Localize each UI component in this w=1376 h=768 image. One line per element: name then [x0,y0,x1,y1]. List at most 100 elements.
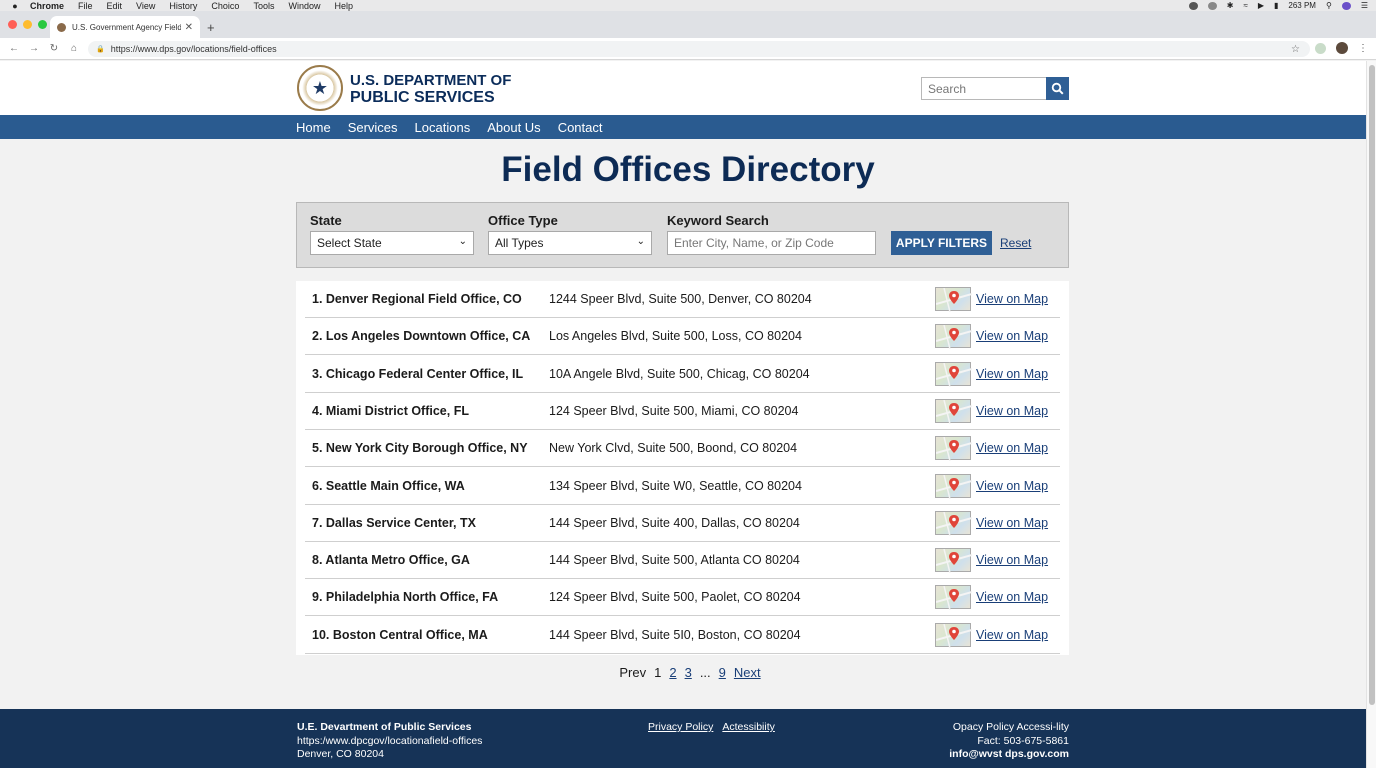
view-on-map-link[interactable]: View on Map [976,367,1048,381]
map-thumbnail[interactable] [935,436,973,462]
view-on-map-link[interactable]: View on Map [976,329,1048,343]
keyword-search-input[interactable] [667,231,876,255]
reload-icon[interactable]: ↻ [44,43,64,54]
office-name: 9. Philadelphia North Office, FA [312,590,499,605]
volume-icon[interactable]: ▶ [1258,1,1264,10]
office-row: 3. Chicago Federal Center Office, IL 10A … [305,356,1060,393]
office-type-label: Office Type [488,213,558,228]
menu-file[interactable]: File [78,1,93,11]
footer-contact-block: Opacy Policy Accessi-lity Fact: 503-675-… [949,721,1069,762]
nav-locations[interactable]: Locations [415,120,471,135]
wifi-icon[interactable]: ≈ [1243,1,1247,10]
view-on-map-link[interactable]: View on Map [976,516,1048,530]
tab-close-icon[interactable]: ✕ [185,22,193,33]
office-address: 134 Speer Blvd, Suite W0, Seattle, CO 80… [549,478,802,493]
pagination-page[interactable]: 3 [685,665,692,680]
pagination-page[interactable]: 9 [719,665,726,680]
footer-right-links[interactable]: Opacy Policy Accessi-lity [949,721,1069,735]
state-label: State [310,213,342,228]
pagination-page-current[interactable]: 1 [654,665,661,680]
status-app-icon[interactable] [1188,1,1198,10]
pagination-page[interactable]: 2 [669,665,676,680]
state-select[interactable]: Select State ⌄ [310,231,474,255]
address-bar[interactable]: 🔒 https://www.dps.gov/locations/field-of… [88,41,1310,57]
view-on-map-link[interactable]: View on Map [976,628,1048,642]
forward-icon[interactable]: → [24,43,44,54]
bluetooth-icon[interactable]: ✱ [1227,1,1234,10]
clock[interactable]: 263 PM [1288,1,1316,10]
map-thumbnail[interactable] [935,361,973,387]
map-thumbnail[interactable] [935,622,973,648]
pagination-prev[interactable]: Prev [619,665,646,680]
lock-icon[interactable]: 🔒 [96,45,105,53]
map-thumbnail[interactable] [935,398,973,425]
menu-window[interactable]: Window [288,1,320,11]
view-on-map-link[interactable]: View on Map [976,441,1048,455]
map-thumbnail[interactable] [935,510,973,536]
site-search-input[interactable] [921,77,1047,100]
menu-edit[interactable]: Edit [107,1,123,11]
page-title: Field Offices Directory [501,150,875,189]
view-on-map-link[interactable]: View on Map [976,404,1048,418]
map-thumbnail[interactable] [935,324,973,350]
view-on-map-link[interactable]: View on Map [976,292,1048,306]
back-icon[interactable]: ← [4,43,24,54]
status-sync-icon[interactable] [1207,1,1217,10]
browser-menu-icon[interactable]: ⋮ [1358,43,1368,54]
profile-avatar[interactable] [1336,42,1348,54]
menu-view[interactable]: View [136,1,155,11]
menu-help[interactable]: Help [334,1,353,11]
reset-link[interactable]: Reset [1000,236,1031,250]
menu-choico[interactable]: Choico [211,1,239,11]
view-on-map-link[interactable]: View on Map [976,479,1048,493]
agency-brand[interactable]: U.S. DEPARTMENT OF PUBLIC SERVICES [350,72,511,106]
minimize-window-button[interactable] [23,20,32,29]
map-thumbnail[interactable] [935,287,973,313]
browser-tab[interactable]: U.S. Government Agency Field ✕ [50,16,200,38]
office-name: 4. Miami District Office, FL [312,403,469,418]
menu-history[interactable]: History [169,1,197,11]
office-type-select[interactable]: All Types ⌄ [488,231,652,255]
url-text[interactable]: https://www.dps.gov/locations/field-offi… [111,44,277,54]
office-type-select-value: All Types [495,236,544,250]
map-thumbnail[interactable] [935,473,973,499]
footer-privacy-link[interactable]: Privacy Policy [648,721,713,733]
close-window-button[interactable] [8,20,17,29]
extension-icon[interactable] [1315,42,1326,54]
nav-contact[interactable]: Contact [558,120,603,135]
zoom-window-button[interactable] [38,20,47,29]
spotlight-icon[interactable]: ⚲ [1326,1,1332,10]
keyword-label: Keyword Search [667,213,769,228]
nav-about-us[interactable]: About Us [487,120,540,135]
menu-tools[interactable]: Tools [253,1,274,11]
apple-icon[interactable]: ● [0,1,30,11]
bookmark-star-icon[interactable]: ☆ [1291,44,1300,55]
site-search-button[interactable] [1046,77,1069,100]
nav-home[interactable]: Home [296,120,331,135]
battery-icon[interactable]: ▮ [1274,1,1278,10]
footer-accessibility-link[interactable]: Actessibiity [722,721,775,733]
control-center-icon[interactable]: ☰ [1361,1,1368,10]
office-address: 144 Speer Blvd, Suite 400, Dallas, CO 80… [549,515,800,530]
home-icon[interactable]: ⌂ [64,43,84,54]
menu-app-name[interactable]: Chrome [30,1,64,11]
office-row: 5. New York City Borough Office, NY New Y… [305,430,1060,468]
scrollbar-thumb[interactable] [1369,65,1375,705]
footer-email[interactable]: info@wvst dps.gov.com [949,748,1069,762]
pagination-next[interactable]: Next [734,665,761,680]
new-tab-icon[interactable]: + [207,20,215,35]
map-thumbnail[interactable] [935,585,973,611]
site-footer: U.E. Devartment of Public Services https… [0,709,1366,768]
siri-icon[interactable] [1341,1,1351,10]
view-on-map-link[interactable]: View on Map [976,553,1048,567]
page-scrollbar[interactable] [1366,61,1376,768]
map-pin-icon [935,287,973,313]
nav-services[interactable]: Services [348,120,398,135]
agency-seal-logo[interactable]: ★ [297,65,343,111]
apply-filters-button[interactable]: APPLY FILTERS [891,231,992,255]
view-on-map-link[interactable]: View on Map [976,590,1048,604]
office-row: 10. Boston Central Office, MA 144 Speer B… [305,617,1060,654]
map-pin-icon [935,623,973,648]
map-thumbnail[interactable] [935,548,973,574]
office-address: 144 Speer Blvd, Suite 500, Atlanta CO 80… [549,553,800,568]
